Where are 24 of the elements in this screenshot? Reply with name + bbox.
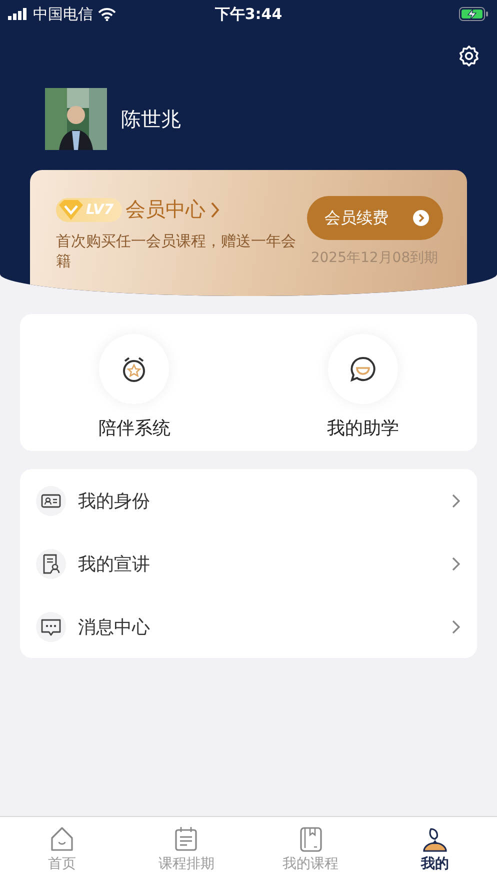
- renew-button[interactable]: 会员续费: [306, 196, 442, 240]
- level-text: LV7: [86, 202, 114, 218]
- carrier-name: 中国电信: [33, 4, 93, 24]
- clock-time: 下午3:44: [214, 4, 284, 24]
- chevron-right-icon[interactable]: [451, 492, 461, 508]
- shortcut-label[interactable]: 我的助学: [326, 416, 399, 440]
- menu-item[interactable]: 我的身份: [78, 488, 439, 512]
- arrow-circle-icon: [412, 210, 428, 226]
- tab[interactable]: 我的: [372, 817, 497, 883]
- person-icon: [420, 825, 449, 853]
- menu-item[interactable]: 消息中心: [78, 614, 439, 638]
- user-name: 陈世兆: [121, 106, 181, 132]
- wifi-icon: [98, 8, 116, 20]
- signal-icon: [8, 8, 28, 20]
- chevron-right-icon[interactable]: [210, 200, 220, 218]
- battery-charging-icon: [458, 7, 489, 21]
- chevron-right-icon[interactable]: [451, 618, 461, 634]
- membership-offer-text: 首次购买任一会员课程，赠送一年会籍: [56, 231, 297, 271]
- settings-icon[interactable]: [457, 44, 481, 68]
- chevron-right-icon[interactable]: [451, 556, 461, 572]
- diamond-icon: [56, 198, 86, 222]
- menu-item[interactable]: 我的宣讲: [78, 552, 439, 576]
- chat-bubble-icon: [348, 354, 378, 384]
- shortcut-label[interactable]: 陪伴系统: [98, 416, 170, 440]
